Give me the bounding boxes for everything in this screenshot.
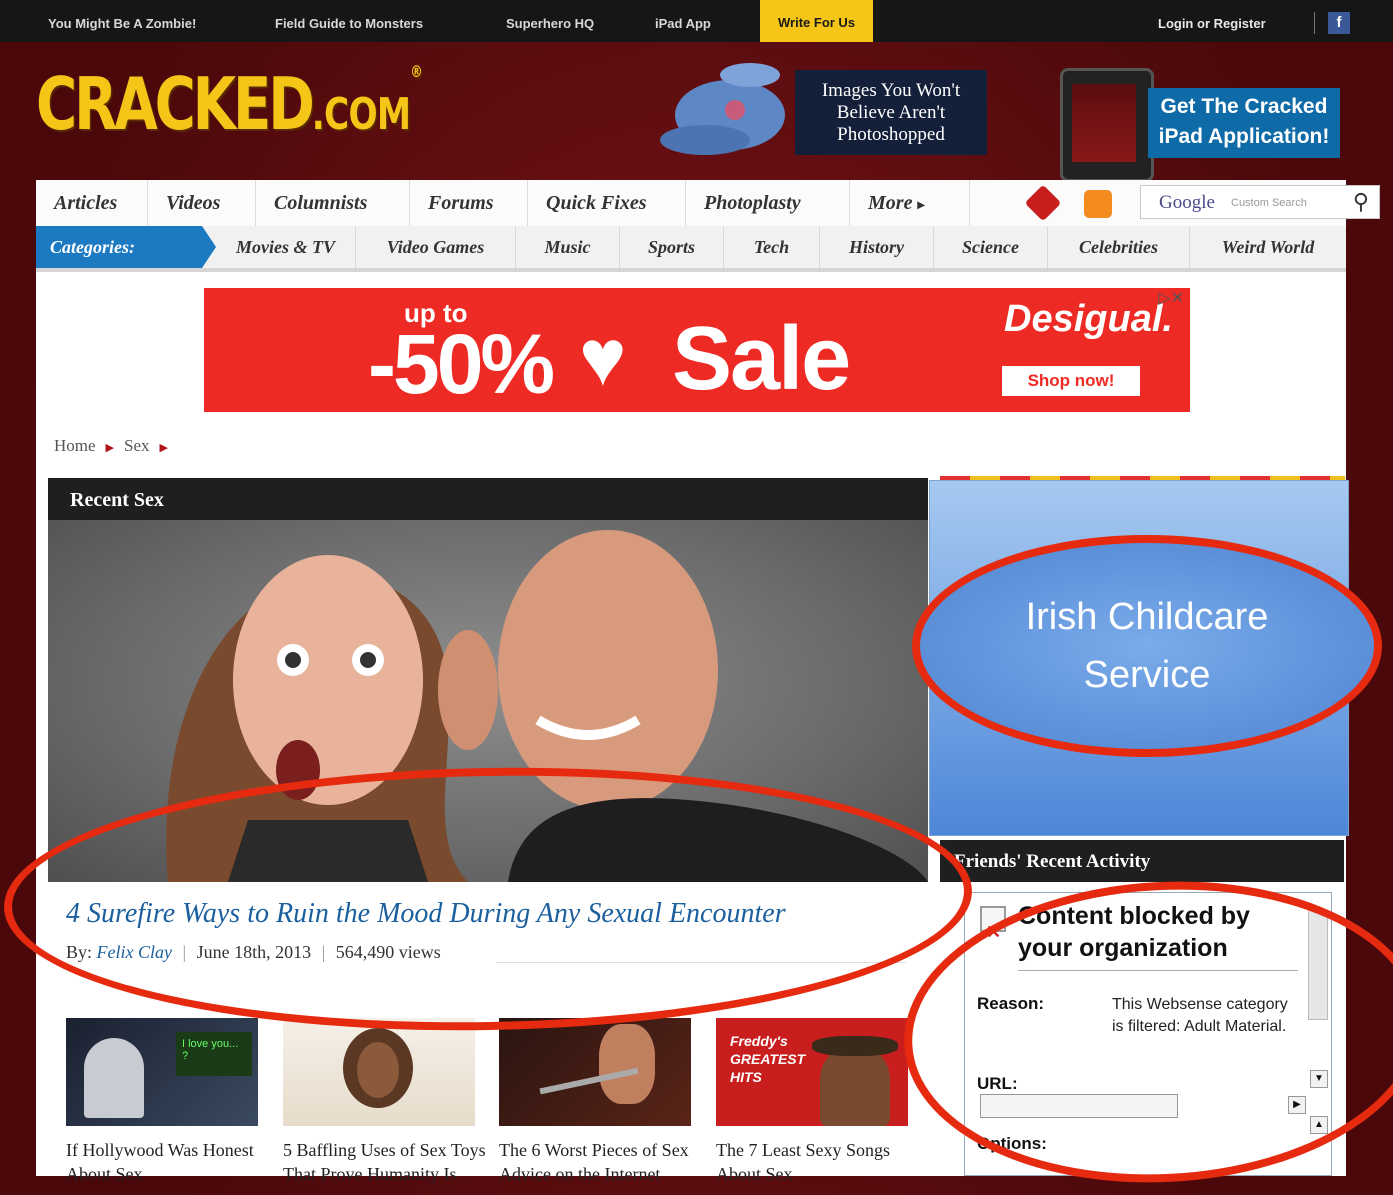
- chevron-right-icon: ▶: [159, 442, 168, 454]
- article-date: June 18th, 2013: [196, 942, 312, 962]
- chevron-right-icon: ▸: [917, 198, 925, 213]
- blocked-title: Content blocked by your organization: [1018, 902, 1250, 962]
- logo-registered-mark: ®: [410, 62, 422, 81]
- search-input[interactable]: Custom Search: [1231, 197, 1307, 209]
- thumbnail-caption[interactable]: 5 Baffling Uses of Sex Toys That Prove H…: [283, 1138, 493, 1186]
- cat-video-games[interactable]: Video Games: [356, 226, 516, 268]
- thumbnail-overlay: I love you... ?: [176, 1032, 252, 1076]
- thumbnail-caption[interactable]: If Hollywood Was Honest About Sex: [66, 1138, 276, 1186]
- logo-suffix: .COM: [311, 89, 411, 140]
- close-icon: ✕: [986, 922, 1002, 942]
- scroll-down-icon[interactable]: ▼: [1310, 1070, 1328, 1088]
- nav-quick-fixes[interactable]: Quick Fixes: [528, 180, 686, 226]
- dice-icon[interactable]: [1024, 184, 1062, 222]
- promo-photoshopped[interactable]: Images You Won't Believe Aren't Photosho…: [795, 70, 987, 155]
- ad-percent: -50%: [368, 317, 555, 411]
- breadcrumb-sex[interactable]: Sex: [124, 436, 150, 455]
- cat-celebrities[interactable]: Celebrities: [1048, 226, 1190, 268]
- ad-shop-button[interactable]: Shop now!: [1002, 366, 1140, 396]
- breadcrumb: Home ▶ Sex ▶: [54, 436, 178, 456]
- childcare-ad-label: Irish Childcare Service: [912, 535, 1382, 757]
- logo-main: CRACKED: [36, 62, 315, 146]
- cracked-logo[interactable]: CRACKED.COM ®: [36, 62, 423, 146]
- or-text: or: [1197, 16, 1211, 31]
- thumbnail-image[interactable]: [499, 1018, 691, 1126]
- topbar-link-monsters[interactable]: Field Guide to Monsters: [275, 0, 423, 42]
- categories-bar: Categories: Movies & TV Video Games Musi…: [36, 226, 1346, 272]
- byline-divider: |: [321, 942, 326, 962]
- thumbnail-image[interactable]: Freddy's GREATEST HITS: [716, 1018, 908, 1126]
- scroll-right-icon[interactable]: ▶: [1288, 1096, 1306, 1114]
- cat-science[interactable]: Science: [934, 226, 1048, 268]
- divider: [1018, 970, 1298, 971]
- cat-tech[interactable]: Tech: [724, 226, 820, 268]
- reason-label: Reason:: [977, 994, 1045, 1013]
- ad-brand: Desigual.: [1004, 298, 1173, 340]
- cat-music[interactable]: Music: [516, 226, 620, 268]
- nav-photoplasty[interactable]: Photoplasty: [686, 180, 850, 226]
- article-views: 564,490 views: [335, 942, 441, 962]
- login-register: Login or Register: [1158, 0, 1266, 42]
- featured-article-image[interactable]: [48, 520, 928, 882]
- chevron-right-icon: ▶: [105, 442, 115, 454]
- cat-sports[interactable]: Sports: [620, 226, 724, 268]
- scroll-up-icon[interactable]: ▲: [1310, 1116, 1328, 1134]
- topbar-link-superhero[interactable]: Superhero HQ: [506, 0, 594, 42]
- reason-text: This Websense category is filtered: Adul…: [1112, 996, 1288, 1035]
- topbar-link-write[interactable]: Write For Us: [760, 0, 874, 42]
- rss-icon[interactable]: [1084, 190, 1112, 218]
- author-link[interactable]: Felix Clay: [97, 942, 172, 962]
- cat-weird-world[interactable]: Weird World: [1190, 226, 1346, 268]
- couple-photo: [166, 530, 928, 882]
- panel-scrollbar[interactable]: [1308, 910, 1328, 1020]
- thumbnail-image[interactable]: I love you... ?: [66, 1018, 258, 1126]
- ad-close-icon[interactable]: ▷✕: [1158, 288, 1184, 308]
- nav-columnists[interactable]: Columnists: [256, 180, 410, 226]
- main-nav: Articles Videos Columnists Forums Quick …: [36, 180, 1380, 227]
- url-label: URL:: [977, 1074, 1018, 1093]
- categories-arrow: [202, 226, 216, 268]
- url-field[interactable]: [980, 1094, 1178, 1118]
- byline-divider: |: [182, 942, 187, 962]
- ad-banner[interactable]: up to -50% ♥ Sale Desigual. Shop now! ▷✕: [204, 288, 1190, 412]
- breadcrumb-home[interactable]: Home: [54, 436, 96, 455]
- thumbnail-overlay: Freddy's GREATEST HITS: [730, 1033, 806, 1085]
- ipad-screen: [1072, 84, 1136, 162]
- section-header: Recent Sex: [48, 478, 928, 520]
- categories-label: Categories:: [36, 226, 202, 268]
- byline: By: Felix Clay | June 18th, 2013 | 564,4…: [66, 942, 441, 963]
- cat-history[interactable]: History: [820, 226, 934, 268]
- search-icon[interactable]: ⚲: [1353, 189, 1369, 215]
- topbar-link-ipad[interactable]: iPad App: [655, 0, 711, 42]
- thumbnail-image[interactable]: [283, 1018, 475, 1126]
- login-link[interactable]: Login: [1158, 16, 1193, 31]
- article-title-link[interactable]: 4 Surefire Ways to Ruin the Mood During …: [66, 898, 786, 930]
- topbar-link-zombie[interactable]: You Might Be A Zombie!: [48, 0, 196, 42]
- nav-more-label: More: [868, 192, 913, 214]
- cat-movies-tv[interactable]: Movies & TV: [216, 226, 356, 268]
- thumbnail-caption[interactable]: The 7 Least Sexy Songs About Sex: [716, 1138, 926, 1186]
- nav-videos[interactable]: Videos: [148, 180, 256, 226]
- ad-sale: Sale: [672, 309, 851, 409]
- top-bar: You Might Be A Zombie! Field Guide to Mo…: [0, 0, 1393, 42]
- nav-articles[interactable]: Articles: [36, 180, 148, 226]
- byline-by: By:: [66, 942, 93, 962]
- divider: [496, 962, 906, 963]
- thumbnail-caption[interactable]: The 6 Worst Pieces of Sex Advice on the …: [499, 1138, 709, 1186]
- options-label: Options:: [977, 1134, 1047, 1153]
- google-logo: Google: [1159, 192, 1215, 213]
- nav-forums[interactable]: Forums: [410, 180, 528, 226]
- creature-promo-image[interactable]: [650, 55, 800, 160]
- search-box[interactable]: Google Custom Search ⚲: [1140, 185, 1380, 219]
- friends-activity-header: Friends' Recent Activity: [940, 840, 1344, 882]
- heart-icon: ♥: [579, 313, 627, 402]
- nav-more[interactable]: More ▸: [850, 180, 970, 226]
- ipad-promo[interactable]: Get The Cracked iPad Application!: [1148, 88, 1340, 158]
- facebook-icon[interactable]: f: [1328, 12, 1350, 34]
- topbar-divider: [1314, 12, 1315, 34]
- register-link[interactable]: Register: [1214, 16, 1266, 31]
